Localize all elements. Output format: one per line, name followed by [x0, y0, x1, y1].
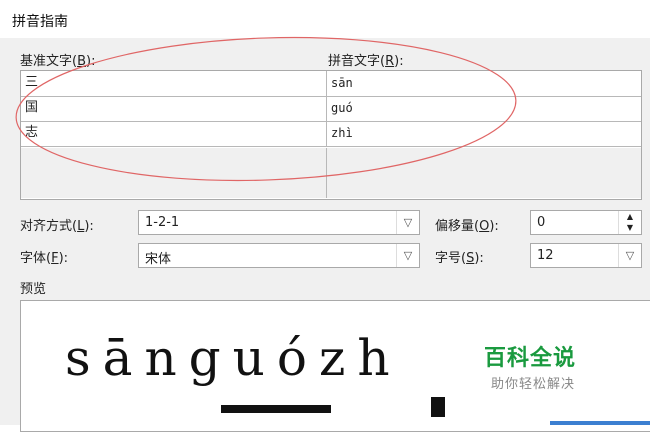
pinyin-text-cell-empty — [327, 148, 641, 173]
font-value: 宋体 — [145, 252, 172, 267]
watermark-logo: 百科全说 — [484, 346, 577, 371]
font-select[interactable]: 宋体 ▽ — [138, 243, 420, 268]
offset-spin-buttons: ▲ ▼ — [618, 211, 641, 234]
pinyin-text-cell[interactable]: sān — [327, 71, 641, 96]
pinyin-text-cell-empty — [327, 173, 641, 198]
size-label: 字号(S): — [435, 251, 484, 266]
spin-down-icon[interactable]: ▼ — [619, 222, 641, 233]
alignment-value: 1-2-1 — [145, 215, 180, 230]
alignment-label: 对齐方式(L): — [20, 219, 94, 234]
preview-character-stroke — [431, 397, 445, 417]
ok-button-edge[interactable] — [550, 421, 650, 425]
pinyin-text-cell[interactable]: guó — [327, 96, 641, 121]
offset-value: 0 — [537, 215, 546, 230]
grid-row: 志 zhì — [21, 121, 641, 147]
chevron-down-icon[interactable]: ▽ — [618, 244, 641, 267]
dialog-title: 拼音指南 — [12, 14, 68, 30]
alignment-select[interactable]: 1-2-1 ▽ — [138, 210, 420, 235]
pinyin-text-label: 拼音文字(R): — [328, 54, 404, 69]
base-text-label: 基准文字(B): — [20, 54, 96, 69]
size-select[interactable]: 12 ▽ — [530, 243, 642, 268]
preview-pinyin-text: sānguózh — [65, 329, 402, 387]
preview-character-stroke — [221, 405, 331, 413]
base-text-cell[interactable]: 国 — [21, 96, 327, 121]
watermark-slogan: 助你轻松解决 — [491, 377, 576, 392]
font-label: 字体(F): — [20, 251, 69, 266]
grid-row: 三 sān — [21, 71, 641, 97]
size-value: 12 — [537, 248, 554, 263]
chevron-down-icon[interactable]: ▽ — [396, 211, 419, 234]
pinyin-grid: 三 sān 国 guó 志 zhì — [20, 70, 642, 200]
pinyin-text-cell[interactable]: zhì — [327, 121, 641, 146]
base-text-cell[interactable]: 志 — [21, 121, 327, 146]
base-text-cell-empty — [21, 148, 327, 173]
base-text-cell[interactable]: 三 — [21, 71, 327, 96]
grid-row-empty — [21, 173, 641, 198]
chevron-down-icon[interactable]: ▽ — [396, 244, 419, 267]
offset-label: 偏移量(O): — [435, 219, 499, 234]
spin-up-icon[interactable]: ▲ — [619, 211, 641, 222]
preview-label: 预览 — [20, 282, 47, 297]
grid-row-empty — [21, 148, 641, 174]
base-text-cell-empty — [21, 173, 327, 198]
grid-row: 国 guó — [21, 96, 641, 122]
offset-stepper[interactable]: 0 ▲ ▼ — [530, 210, 642, 235]
title-bar[interactable]: 拼音指南 — [0, 0, 650, 39]
